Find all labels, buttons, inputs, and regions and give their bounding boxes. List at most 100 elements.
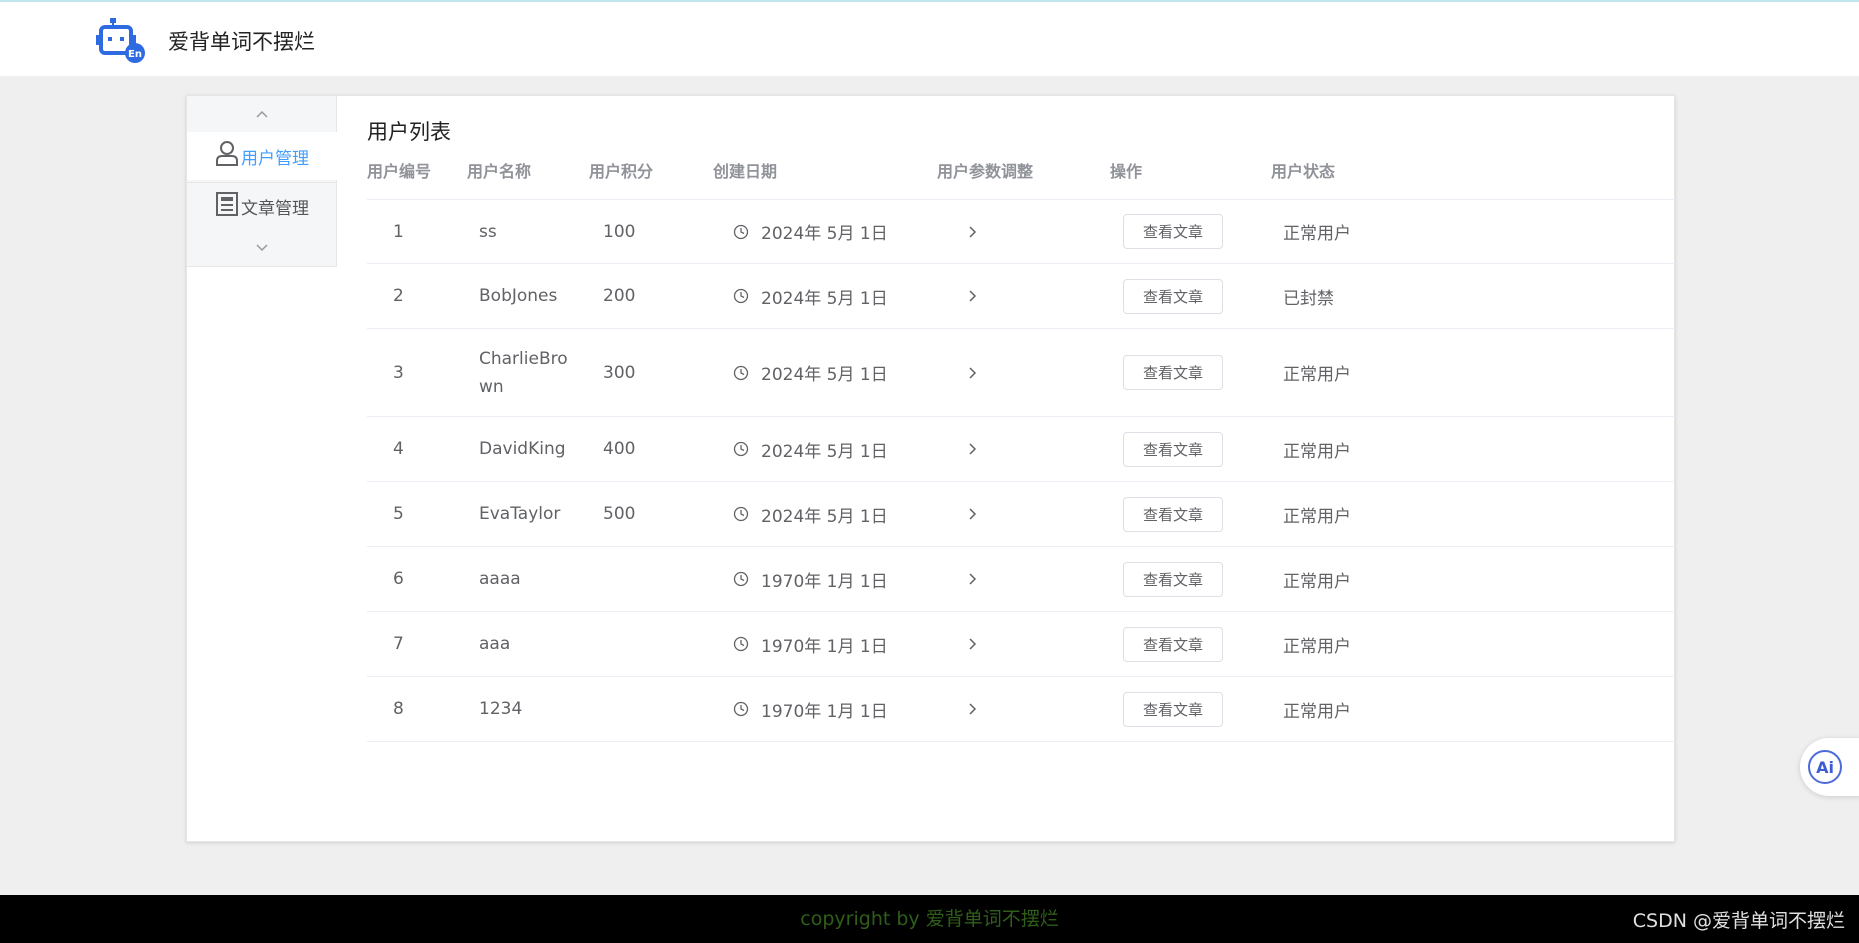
- table-row: 8 1234 1970年 1月 1日 查看文章 正常用户: [367, 677, 1675, 742]
- user-status-cell: 正常用户: [1283, 636, 1351, 657]
- user-status-cell: 正常用户: [1283, 701, 1351, 722]
- table-row: 7 aaa 1970年 1月 1日 查看文章 正常用户: [367, 612, 1675, 677]
- created-date-cell: 1970年 1月 1日: [733, 612, 888, 676]
- table-row: 6 aaaa 1970年 1月 1日 查看文章 正常用户: [367, 547, 1675, 612]
- user-id-cell: 1: [393, 221, 404, 242]
- user-status-cell: 正常用户: [1283, 571, 1351, 592]
- adjust-params-expand[interactable]: [967, 677, 979, 741]
- action-cell: 查看文章: [1123, 264, 1223, 328]
- user-score-cell: 300: [603, 362, 636, 383]
- created-date-cell: 2024年 5月 1日: [733, 417, 888, 481]
- created-date-text: 2024年 5月 1日: [761, 224, 888, 244]
- sidebar-item-article-management[interactable]: 文章管理: [187, 182, 337, 230]
- created-date-text: 2024年 5月 1日: [761, 506, 888, 527]
- chevron-right-icon: [969, 290, 977, 302]
- column-header-adjust: 用户参数调整: [937, 162, 1034, 181]
- user-name-cell: 1234: [479, 699, 523, 719]
- user-id-cell: 3: [393, 362, 404, 383]
- created-date-cell: 1970年 1月 1日: [733, 547, 888, 611]
- user-id-cell: 4: [393, 439, 404, 459]
- user-name-cell: CharlieBrown: [479, 348, 568, 397]
- sidebar-item-label: 文章管理: [241, 199, 309, 219]
- adjust-params-expand[interactable]: [967, 482, 979, 546]
- ai-label: Ai: [1816, 758, 1834, 777]
- view-articles-button[interactable]: 查看文章: [1123, 496, 1223, 532]
- footer: copyright by 爱背单词不摆烂 CSDN @爱背单词不摆烂: [0, 895, 1859, 943]
- ai-icon: Ai: [1808, 750, 1842, 784]
- watermark-text: CSDN @爱背单词不摆烂: [1632, 910, 1845, 932]
- scroll-up-button[interactable]: [187, 96, 337, 132]
- created-date-text: 1970年 1月 1日: [761, 636, 888, 657]
- table-row: 3 CharlieBrown 300 2024年 5月 1日 查看文章 正常用户: [367, 329, 1675, 417]
- robot-logo-icon: En: [96, 18, 145, 63]
- user-id-cell: 6: [393, 569, 404, 589]
- created-date-cell: 1970年 1月 1日: [733, 677, 888, 741]
- user-table: 用户编号 用户名称 用户积分 创建日期 用户参数调整 操作 用户状态 1 ss 10…: [367, 152, 1675, 742]
- view-articles-button[interactable]: 查看文章: [1123, 214, 1223, 249]
- table-row: 1 ss 100 2024年 5月 1日 查看文章 正常用户: [367, 200, 1675, 264]
- action-cell: 查看文章: [1123, 200, 1223, 263]
- adjust-params-expand[interactable]: [967, 200, 979, 263]
- page-title: 用户列表: [367, 120, 451, 144]
- svg-text:En: En: [128, 49, 142, 60]
- adjust-params-expand[interactable]: [967, 547, 979, 611]
- sidebar-item-label: 用户管理: [241, 148, 309, 169]
- clock-icon: [733, 701, 749, 717]
- column-header-action: 操作: [1110, 162, 1143, 181]
- user-status-cell: 正常用户: [1283, 224, 1351, 244]
- view-articles-button[interactable]: 查看文章: [1123, 278, 1223, 314]
- top-bar: En 爱背单词不摆烂: [0, 0, 1859, 76]
- main-panel: 用户管理 文章管理 用户列表 用户编号 用户名称 用户积分 创建日期 用户参数调…: [186, 95, 1675, 842]
- user-id-cell: 7: [393, 634, 404, 654]
- adjust-params-expand[interactable]: [967, 417, 979, 481]
- user-status-cell: 正常用户: [1283, 441, 1351, 462]
- user-name-cell: ss: [479, 221, 497, 242]
- sidebar-menu: 用户管理 文章管理: [187, 96, 337, 267]
- view-articles-button[interactable]: 查看文章: [1123, 626, 1223, 662]
- clock-icon: [733, 571, 749, 587]
- chevron-right-icon: [969, 443, 977, 455]
- created-date-text: 2024年 5月 1日: [761, 288, 888, 309]
- ai-assistant-button[interactable]: Ai: [1800, 738, 1859, 796]
- clock-icon: [733, 441, 749, 457]
- created-date-cell: 2024年 5月 1日: [733, 200, 888, 263]
- user-status-cell: 正常用户: [1283, 506, 1351, 527]
- adjust-params-expand[interactable]: [967, 264, 979, 328]
- user-score-cell: 500: [603, 504, 636, 524]
- action-cell: 查看文章: [1123, 329, 1223, 416]
- column-header-name: 用户名称: [467, 162, 532, 181]
- sidebar-item-user-management[interactable]: 用户管理: [187, 132, 337, 180]
- view-articles-button[interactable]: 查看文章: [1123, 691, 1223, 727]
- adjust-params-expand[interactable]: [967, 612, 979, 676]
- chevron-right-icon: [969, 573, 977, 585]
- action-cell: 查看文章: [1123, 482, 1223, 546]
- chevron-down-icon: [256, 244, 268, 252]
- clock-icon: [733, 365, 749, 380]
- user-status-cell: 已封禁: [1283, 288, 1334, 309]
- table-row: 2 BobJones 200 2024年 5月 1日 查看文章 已封禁: [367, 264, 1675, 329]
- view-articles-button[interactable]: 查看文章: [1123, 355, 1223, 390]
- column-header-score: 用户积分: [589, 162, 654, 181]
- app-title: 爱背单词不摆烂: [168, 30, 315, 54]
- chevron-right-icon: [969, 638, 977, 650]
- article-icon: [216, 191, 238, 216]
- created-date-cell: 2024年 5月 1日: [733, 329, 888, 416]
- table-row: 5 EvaTaylor 500 2024年 5月 1日 查看文章 正常用户: [367, 482, 1675, 547]
- view-articles-button[interactable]: 查看文章: [1123, 431, 1223, 467]
- scroll-down-button[interactable]: [187, 230, 337, 266]
- created-date-text: 1970年 1月 1日: [761, 571, 888, 592]
- copyright-text: copyright by 爱背单词不摆烂: [800, 908, 1059, 930]
- column-header-id: 用户编号: [367, 162, 432, 181]
- user-score-cell: 100: [603, 221, 636, 242]
- adjust-params-expand[interactable]: [967, 329, 979, 416]
- user-id-cell: 5: [393, 504, 404, 524]
- view-articles-button[interactable]: 查看文章: [1123, 561, 1223, 597]
- action-cell: 查看文章: [1123, 547, 1223, 611]
- user-score-cell: 200: [603, 286, 636, 306]
- created-date-text: 2024年 5月 1日: [761, 441, 888, 462]
- created-date-text: 1970年 1月 1日: [761, 701, 888, 722]
- action-cell: 查看文章: [1123, 677, 1223, 741]
- table-header: 用户编号 用户名称 用户积分 创建日期 用户参数调整 操作 用户状态: [367, 152, 1675, 200]
- user-id-cell: 8: [393, 699, 404, 719]
- user-name-cell: EvaTaylor: [479, 504, 561, 524]
